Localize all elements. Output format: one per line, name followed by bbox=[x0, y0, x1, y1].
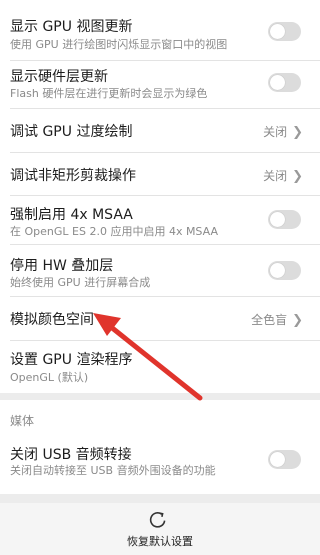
gpu-view-updates-row[interactable]: 显示 GPU 视图更新 使用 GPU 进行绘图时闪烁显示窗口中的视图 bbox=[0, 0, 320, 55]
toggle-knob bbox=[270, 75, 285, 90]
row-title: 显示 GPU 视图更新 bbox=[10, 19, 133, 35]
row-subtitle: 在 OpenGL ES 2.0 应用中启用 4x MSAA bbox=[10, 225, 218, 238]
disable-hw-overlays-toggle[interactable] bbox=[268, 261, 301, 280]
row-title: 停用 HW 叠加层 bbox=[10, 258, 114, 274]
row-subtitle: 使用 GPU 进行绘图时闪烁显示窗口中的视图 bbox=[10, 38, 228, 51]
value-text: 关闭 bbox=[263, 125, 288, 139]
row-title: 强制启用 4x MSAA bbox=[10, 207, 133, 223]
chevron-right-icon: ❯ bbox=[292, 125, 303, 140]
value-text: 关闭 bbox=[263, 169, 288, 183]
settings-panel: 显示 GPU 视图更新 使用 GPU 进行绘图时闪烁显示窗口中的视图 显示硬件层… bbox=[0, 0, 320, 393]
bottom-action-bar: 恢复默认设置 bbox=[0, 503, 320, 555]
usb-audio-routing-toggle[interactable] bbox=[268, 450, 301, 469]
row-subtitle: 关闭自动转接至 USB 音频外围设备的功能 bbox=[10, 464, 216, 477]
row-subtitle: Flash 硬件层在进行更新时会显示为绿色 bbox=[10, 87, 208, 100]
row-subtitle: 始终使用 GPU 进行屏幕合成 bbox=[10, 276, 151, 289]
color-space-value: 全色盲 ❯ bbox=[251, 311, 303, 328]
toggle-knob bbox=[270, 212, 285, 227]
gpu-view-updates-toggle[interactable] bbox=[268, 22, 301, 41]
row-title: 调试非矩形剪裁操作 bbox=[10, 168, 136, 184]
toggle-knob bbox=[270, 452, 285, 467]
row-title: 设置 GPU 渲染程序 bbox=[10, 352, 133, 368]
row-subtitle: OpenGL (默认) bbox=[10, 371, 89, 384]
reset-defaults-label: 恢复默认设置 bbox=[127, 535, 193, 548]
row-title: 调试 GPU 过度绘制 bbox=[10, 124, 133, 140]
nonrect-clip-value: 关闭 ❯ bbox=[263, 167, 303, 184]
gpu-renderer-row[interactable]: 设置 GPU 渲染程序 OpenGL (默认) bbox=[0, 340, 320, 393]
disable-hw-overlays-row[interactable]: 停用 HW 叠加层 始终使用 GPU 进行屏幕合成 bbox=[0, 244, 320, 296]
chevron-right-icon: ❯ bbox=[292, 313, 303, 328]
hw-layer-updates-row[interactable]: 显示硬件层更新 Flash 硬件层在进行更新时会显示为绿色 bbox=[0, 60, 320, 108]
value-text: 全色盲 bbox=[251, 313, 288, 327]
row-title: 模拟颜色空间 bbox=[10, 312, 94, 328]
force-4x-msaa-toggle[interactable] bbox=[268, 210, 301, 229]
media-panel: 媒体 关闭 USB 音频转接 关闭自动转接至 USB 音频外围设备的功能 bbox=[0, 400, 320, 494]
section-header-media: 媒体 bbox=[10, 414, 35, 428]
force-4x-msaa-row[interactable]: 强制启用 4x MSAA 在 OpenGL ES 2.0 应用中启用 4x MS… bbox=[0, 195, 320, 244]
refresh-icon bbox=[149, 512, 166, 528]
simulate-color-space-row[interactable]: 模拟颜色空间 全色盲 ❯ bbox=[0, 296, 320, 340]
hw-layer-updates-toggle[interactable] bbox=[268, 73, 301, 92]
overdraw-value: 关闭 ❯ bbox=[263, 123, 303, 140]
chevron-right-icon: ❯ bbox=[292, 169, 303, 184]
toggle-knob bbox=[270, 24, 285, 39]
toggle-knob bbox=[270, 263, 285, 278]
row-title: 显示硬件层更新 bbox=[10, 69, 108, 85]
debug-gpu-overdraw-row[interactable]: 调试 GPU 过度绘制 关闭 ❯ bbox=[0, 108, 320, 152]
usb-audio-routing-row[interactable]: 关闭 USB 音频转接 关闭自动转接至 USB 音频外围设备的功能 bbox=[0, 435, 320, 489]
row-title: 关闭 USB 音频转接 bbox=[10, 447, 132, 463]
debug-nonrect-clip-row[interactable]: 调试非矩形剪裁操作 关闭 ❯ bbox=[0, 152, 320, 195]
